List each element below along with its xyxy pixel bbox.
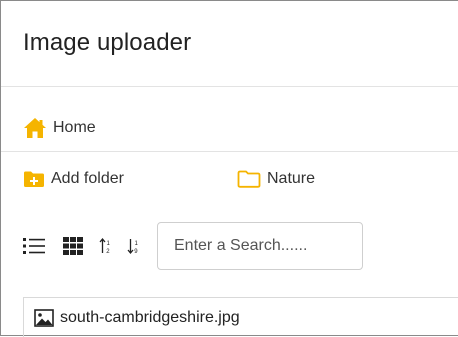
sort-ascending-icon: 1 2	[99, 237, 113, 255]
list-view-icon	[23, 237, 45, 255]
svg-text:1: 1	[135, 241, 139, 247]
app-title: Image uploader	[23, 29, 192, 56]
folder-row: Add folder Nature	[23, 159, 458, 193]
breadcrumb-label: Home	[53, 119, 96, 136]
add-folder-button[interactable]: Add folder	[23, 170, 237, 188]
file-name: south-cambridgeshire.jpg	[60, 308, 240, 326]
image-uploader-window: Image uploader Home Add folder Nature 1 …	[0, 0, 458, 337]
grid-view-button[interactable]	[63, 237, 83, 255]
folder-item-nature[interactable]: Nature	[237, 170, 315, 188]
folder-plus-icon	[23, 170, 45, 188]
grid-view-icon	[63, 237, 83, 255]
toolbar: 1 2 1 9	[23, 221, 363, 271]
breadcrumb-home[interactable]: Home	[23, 113, 96, 143]
svg-text:2: 2	[106, 249, 110, 255]
svg-text:9: 9	[134, 249, 138, 255]
sort-descending-icon: 1 9	[127, 237, 141, 255]
sort-descending-button[interactable]: 1 9	[127, 237, 141, 255]
file-row[interactable]: south-cambridgeshire.jpg	[23, 297, 458, 337]
svg-text:1: 1	[107, 241, 111, 247]
folder-label: Nature	[267, 170, 316, 187]
sort-ascending-button[interactable]: 1 2	[99, 237, 113, 255]
list-view-button[interactable]	[23, 237, 45, 255]
search-input[interactable]	[157, 222, 363, 270]
add-folder-label: Add folder	[51, 170, 124, 187]
image-file-icon	[34, 308, 54, 327]
title-bar: Image uploader	[1, 1, 458, 87]
divider	[1, 151, 458, 152]
home-icon	[23, 117, 47, 139]
folder-outline-icon	[237, 170, 261, 188]
